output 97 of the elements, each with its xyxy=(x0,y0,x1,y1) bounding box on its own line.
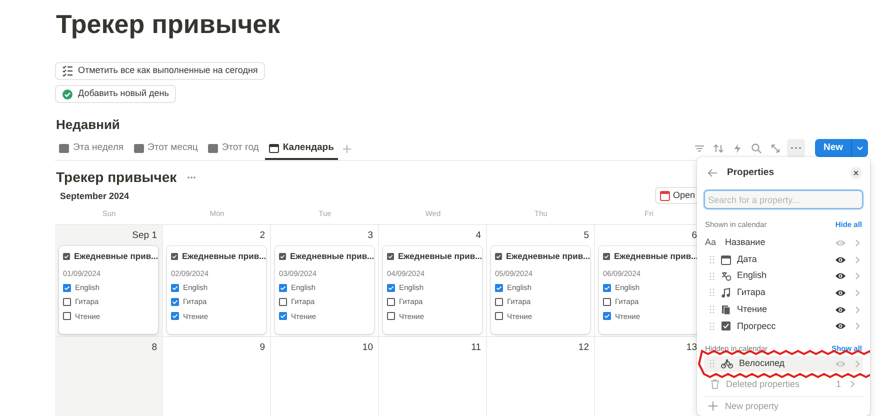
add-view-icon[interactable] xyxy=(342,144,352,154)
music-note-icon xyxy=(721,288,731,298)
drag-handle-icon[interactable] xyxy=(709,305,715,314)
checkbox[interactable] xyxy=(495,284,503,292)
text-type-icon: Aa xyxy=(705,236,719,250)
card-title: Ежедневные прив... xyxy=(290,250,374,263)
eye-icon[interactable] xyxy=(835,322,846,330)
checkbox[interactable] xyxy=(387,298,395,306)
eye-icon[interactable] xyxy=(835,256,846,264)
card-title: Ежедневные прив... xyxy=(398,250,482,263)
property-name: Название xyxy=(725,236,766,250)
view-tab[interactable]: Эта неделя xyxy=(55,138,128,160)
checkbox[interactable] xyxy=(279,284,287,292)
sort-icon[interactable] xyxy=(713,142,724,154)
drag-handle-icon[interactable] xyxy=(709,288,715,298)
checkbox-icon xyxy=(63,252,70,260)
day-number: 4 xyxy=(476,229,482,242)
day-number: 13 xyxy=(686,341,698,354)
search-icon[interactable] xyxy=(751,142,762,154)
page-title: Трекер привычек xyxy=(56,8,282,40)
checkbox-icon xyxy=(603,252,610,260)
day-number: 10 xyxy=(362,341,374,354)
property-name: Прогресс xyxy=(737,320,777,333)
checkbox[interactable] xyxy=(63,312,71,320)
lightning-icon[interactable] xyxy=(732,142,744,154)
more-icon[interactable] xyxy=(186,176,196,178)
checkbox[interactable] xyxy=(495,298,503,306)
property-name: Гитара xyxy=(737,286,766,300)
drag-handle-icon[interactable] xyxy=(709,255,715,264)
checkbox[interactable] xyxy=(171,298,179,306)
action-button[interactable]: Добавить новый день xyxy=(55,85,176,103)
check-circle-icon xyxy=(62,88,73,100)
day-number: 3 xyxy=(368,229,374,242)
day-number: 12 xyxy=(578,341,590,354)
view-tab[interactable]: Этот месяц xyxy=(130,138,202,160)
property-name: Чтение xyxy=(737,302,768,316)
checkbox[interactable] xyxy=(171,312,179,320)
day-number: Sep 1 xyxy=(132,229,158,242)
checkbox-icon xyxy=(171,252,178,260)
close-icon[interactable] xyxy=(850,167,862,179)
expand-icon[interactable] xyxy=(770,142,782,154)
property-name: English xyxy=(737,269,768,282)
bicycle-icon xyxy=(721,358,733,369)
search-field[interactable]: Search for a property... xyxy=(704,190,863,209)
database-title: Трекер привычек xyxy=(56,168,177,186)
day-number: 11 xyxy=(471,341,482,354)
checkbox[interactable] xyxy=(495,312,503,320)
day-number: 6 xyxy=(692,229,698,242)
checkbox[interactable] xyxy=(387,284,395,292)
checkbox-icon xyxy=(279,252,286,260)
new-button[interactable]: New xyxy=(815,139,868,157)
trash-icon xyxy=(710,379,720,390)
checkbox[interactable] xyxy=(603,312,611,320)
filter-icon[interactable] xyxy=(694,142,706,154)
checkbox-icon xyxy=(387,252,394,260)
plus-icon xyxy=(708,401,718,412)
checkbox[interactable] xyxy=(63,298,71,306)
checkbox[interactable] xyxy=(279,298,287,306)
checklist-icon xyxy=(62,65,73,77)
translate-icon xyxy=(721,271,731,282)
day-number: 9 xyxy=(260,341,266,354)
card-title: Ежедневные прив... xyxy=(74,250,158,263)
eye-icon[interactable] xyxy=(835,288,846,297)
checkbox[interactable] xyxy=(603,298,611,306)
checkbox[interactable] xyxy=(603,284,611,292)
checkbox-icon xyxy=(495,252,502,260)
checkbox[interactable] xyxy=(387,312,395,320)
card-title: Ежедневные прив... xyxy=(182,250,266,263)
card-title: Ежедневные прив... xyxy=(614,250,698,263)
back-arrow-icon[interactable] xyxy=(707,168,718,178)
checkbox-icon xyxy=(721,321,731,332)
eye-icon[interactable] xyxy=(835,272,846,280)
checkbox[interactable] xyxy=(279,312,287,320)
view-tab[interactable]: Этот год xyxy=(204,138,263,160)
drag-handle-icon[interactable] xyxy=(709,359,715,368)
view-tab[interactable]: Календарь xyxy=(264,138,338,160)
eye-icon[interactable] xyxy=(835,306,846,314)
deleted-count: 1 xyxy=(836,378,841,391)
day-number: 2 xyxy=(260,229,266,242)
day-number: 8 xyxy=(152,341,158,354)
drag-handle-icon[interactable] xyxy=(709,322,715,331)
card-title: Ежедневные прив... xyxy=(506,250,590,263)
more-icon[interactable] xyxy=(787,139,806,157)
drag-handle-icon[interactable] xyxy=(709,272,715,281)
day-cell[interactable]: 8 xyxy=(55,337,163,416)
panel-title: Properties xyxy=(727,166,775,180)
chevron-right-icon[interactable] xyxy=(850,380,855,388)
property-name: Велосипед xyxy=(739,357,786,370)
day-number: 5 xyxy=(584,229,590,242)
book-icon xyxy=(721,304,731,315)
checkbox[interactable] xyxy=(171,284,179,292)
month-label: September 2024 xyxy=(59,190,130,203)
section-heading: Недавний xyxy=(56,117,121,133)
action-button[interactable]: Отметить все как выполненные на сегодня xyxy=(55,62,265,80)
chevron-right-icon[interactable] xyxy=(855,360,860,368)
checkbox[interactable] xyxy=(63,284,71,292)
property-name: Дата xyxy=(737,252,758,266)
